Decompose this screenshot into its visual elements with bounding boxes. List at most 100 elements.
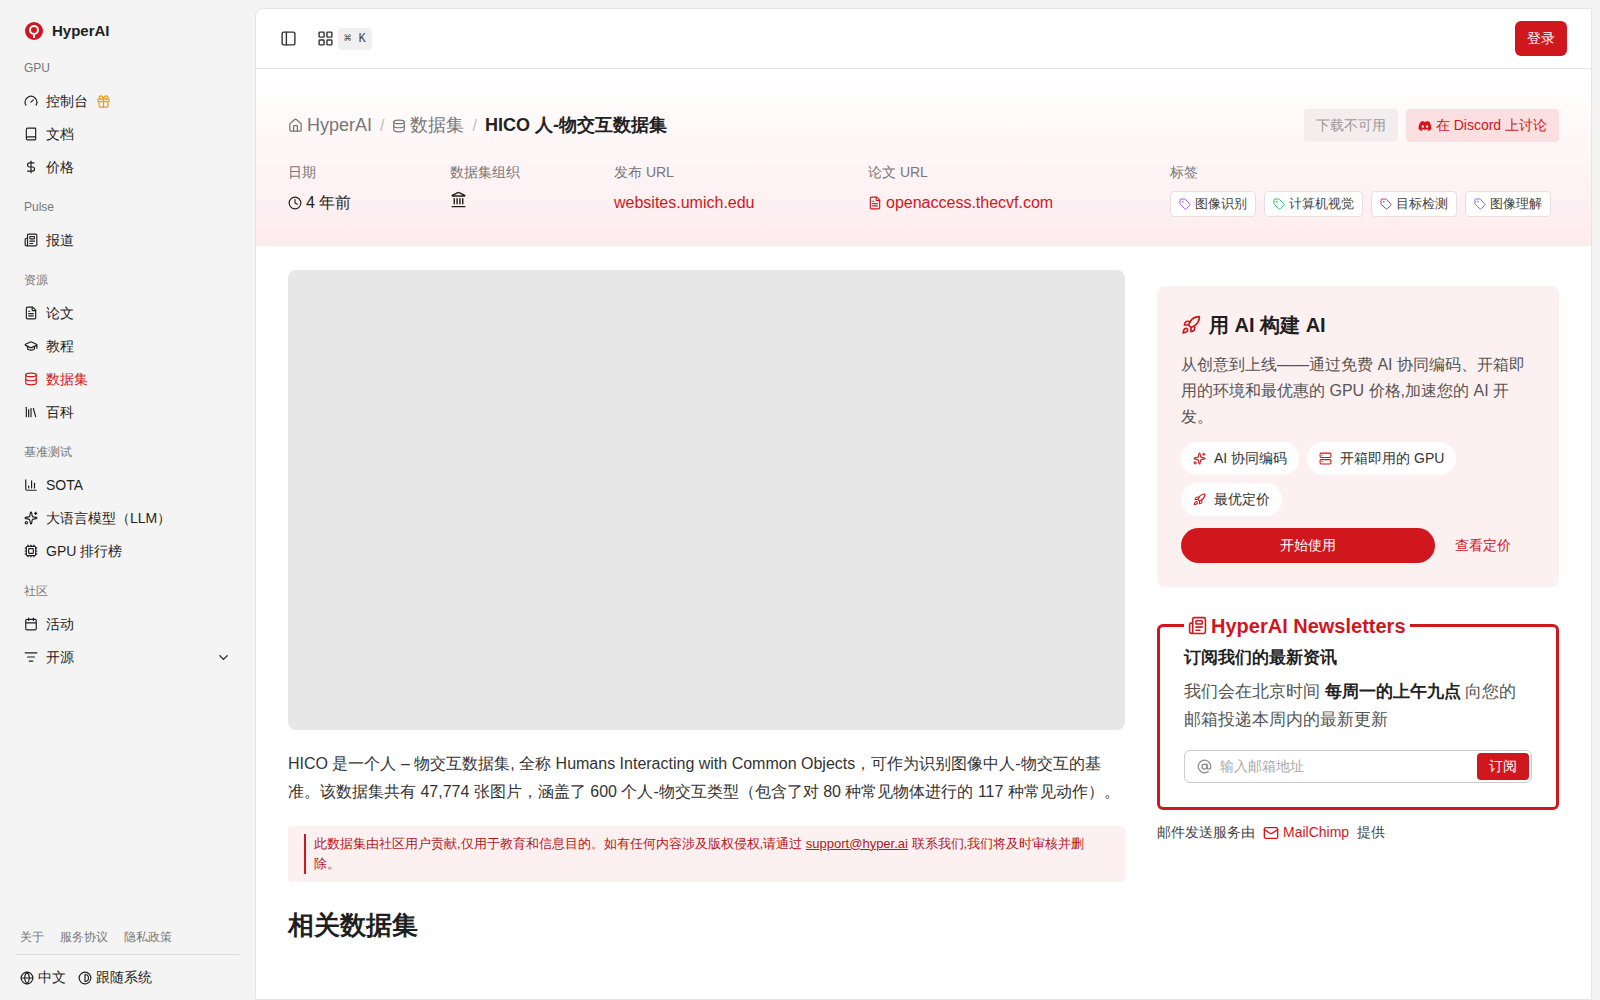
item-icon: [24, 544, 38, 558]
sidebar-item[interactable]: GPU 排行榜: [16, 535, 239, 568]
main-panel: ⌘ K 登录 HyperAI/数据集/HICO 人-物交互数据集 下载不可用在 Dis…: [255, 8, 1592, 1000]
sidebar-section: 资源论文教程数据集百科: [16, 271, 239, 429]
sidebar-section: GPU 控制台文档价格: [16, 59, 239, 184]
sidebar-item[interactable]: 价格: [16, 151, 239, 184]
topbar: ⌘ K 登录: [256, 9, 1591, 69]
tag-icon: [1179, 198, 1191, 210]
discord-icon: [1418, 119, 1432, 133]
breadcrumb-item[interactable]: 数据集: [392, 112, 464, 139]
brand[interactable]: HyperAI: [16, 20, 239, 43]
support-link[interactable]: support@hyper.ai: [806, 836, 908, 851]
item-icon: [24, 478, 38, 492]
sidebar-section: 社区活动开源: [16, 582, 239, 674]
feature-chip: 开箱即用的 GPU: [1307, 442, 1456, 475]
sidebar-item[interactable]: 开源: [16, 641, 239, 674]
organization-icon: [450, 191, 467, 208]
section-title: 社区: [16, 582, 239, 600]
mailchimp-link[interactable]: MailChimp: [1263, 822, 1349, 843]
feature-icon: [1193, 452, 1206, 465]
sample-figure: [288, 270, 1125, 730]
tag[interactable]: 目标检测: [1371, 191, 1457, 217]
document-icon: [868, 196, 882, 210]
meta-row: 日期4 年前数据集组织发布 URLwebsites.umich.edu论文 UR…: [288, 162, 1559, 217]
mail-footer: 邮件发送服务由MailChimp提供: [1157, 822, 1559, 843]
pricing-link[interactable]: 查看定价: [1455, 535, 1535, 556]
database-icon: [392, 119, 406, 133]
clock-icon: [288, 196, 302, 210]
tag-icon: [1474, 198, 1486, 210]
newsletter-card: HyperAI Newsletters订阅我们的最新资讯我们会在北京时间 每周一…: [1157, 611, 1559, 811]
email-field[interactable]: 订阅: [1184, 750, 1532, 783]
promo-card: 用 AI 构建 AI从创意到上线——通过免费 AI 协同编码、开箱即用的环境和最…: [1157, 286, 1559, 587]
footer-link[interactable]: 关于: [20, 928, 44, 946]
sidebar-item[interactable]: 文档: [16, 118, 239, 151]
command-icon[interactable]: [317, 30, 334, 47]
section-title: 资源: [16, 271, 239, 289]
shortcut-key[interactable]: ⌘ K: [338, 28, 372, 50]
item-icon: [24, 405, 38, 419]
sidebar-footer: 关于服务协议隐私政策: [16, 928, 239, 955]
section-title: GPU: [16, 59, 239, 77]
feature-icon: [1319, 452, 1332, 465]
feature-icon: [1193, 493, 1206, 506]
section-title: Pulse: [16, 198, 239, 216]
notice: 此数据集由社区用户贡献,仅用于教育和信息目的。如有任何内容涉及版权侵权,请通过 …: [288, 826, 1125, 882]
language-button[interactable]: 中文: [20, 967, 66, 988]
subscribe-button[interactable]: 订阅: [1477, 753, 1529, 780]
sidebar: HyperAI GPU 控制台文档价格 Pulse 报道资源论文教程数据集百科基准测试 S…: [0, 0, 255, 1000]
tag[interactable]: 计算机视觉: [1264, 191, 1363, 217]
tag-icon: [1273, 198, 1285, 210]
item-icon: [24, 94, 38, 108]
item-icon: [24, 127, 38, 141]
app: HyperAIGPU控制台文档价格Pulse报道资源论文教程数据集百科基准测试S…: [0, 0, 1600, 1000]
start-button[interactable]: 开始使用: [1181, 528, 1435, 563]
action-button: 下载不可用: [1304, 109, 1398, 142]
footer-link[interactable]: 隐私政策: [124, 928, 172, 946]
sidebar-item[interactable]: 教程: [16, 330, 239, 363]
item-icon: [24, 617, 38, 631]
sidebar-section: 基准测试 SOTA大语言模型（LLM）GPU 排行榜: [16, 443, 239, 568]
logo-icon: [24, 21, 44, 41]
paper-link[interactable]: openaccess.thecvf.com: [868, 191, 1170, 215]
sidebar-item[interactable]: 百科: [16, 396, 239, 429]
item-icon: [24, 650, 38, 664]
footer-link[interactable]: 服务协议: [60, 928, 108, 946]
feature-chip: 最优定价: [1181, 483, 1282, 516]
breadcrumb: HyperAI/数据集/HICO 人-物交互数据集: [288, 112, 667, 139]
sidebar-item[interactable]: 数据集: [16, 363, 239, 396]
feature-chip: AI 协同编码: [1181, 442, 1299, 475]
sidebar-item[interactable]: 控制台: [16, 85, 239, 118]
home-icon: [288, 118, 303, 133]
item-icon: [24, 306, 38, 320]
sidebar-section: Pulse 报道: [16, 198, 239, 257]
item-icon: [24, 372, 38, 386]
tag-icon: [1380, 198, 1392, 210]
at-icon: [1197, 759, 1212, 774]
item-icon: [24, 339, 38, 353]
sidebar-item[interactable]: 活动: [16, 608, 239, 641]
sidebar-toggle-icon[interactable]: [280, 30, 297, 47]
breadcrumb-item: HICO 人-物交互数据集: [485, 112, 667, 139]
sidebar-item[interactable]: 报道: [16, 224, 239, 257]
section-title: 基准测试: [16, 443, 239, 461]
action-button[interactable]: 在 Discord 上讨论: [1406, 109, 1559, 142]
item-icon: [24, 233, 38, 247]
email-input[interactable]: [1220, 756, 1477, 777]
globe-icon: [20, 971, 34, 985]
tag[interactable]: 图像理解: [1465, 191, 1551, 217]
sidebar-item[interactable]: 论文: [16, 297, 239, 330]
contrast-icon: [78, 971, 92, 985]
release-link[interactable]: websites.umich.edu: [614, 191, 868, 215]
sidebar-item[interactable]: 大语言模型（LLM）: [16, 502, 239, 535]
login-button[interactable]: 登录: [1515, 21, 1567, 56]
sidebar-item[interactable]: SOTA: [16, 469, 239, 502]
gift-icon: [96, 94, 111, 109]
chevron-down-icon[interactable]: [216, 650, 231, 665]
theme-button[interactable]: 跟随系统: [78, 967, 152, 988]
item-icon: [24, 160, 38, 174]
mail-icon: [1263, 825, 1279, 841]
tag[interactable]: 图像识别: [1170, 191, 1256, 217]
breadcrumb-item[interactable]: HyperAI: [288, 112, 372, 139]
description: HICO 是一个人 – 物交互数据集, 全称 Humans Interactin…: [288, 750, 1125, 806]
item-icon: [24, 511, 38, 525]
